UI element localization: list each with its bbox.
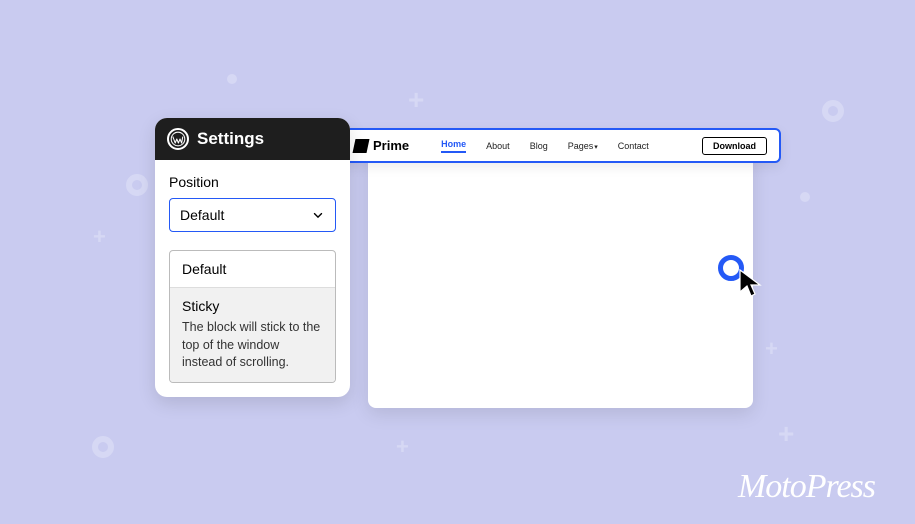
- brand: Prime: [340, 138, 423, 153]
- position-label: Position: [169, 174, 336, 190]
- settings-title: Settings: [197, 129, 264, 149]
- decor-ring: [822, 100, 844, 122]
- decor-plus: +: [765, 336, 778, 362]
- decor-dot: [800, 192, 810, 202]
- caret-down-icon: ▾: [594, 144, 598, 151]
- nav-home[interactable]: Home: [441, 139, 466, 153]
- option-sticky-label: Sticky: [182, 298, 219, 314]
- position-selected-value: Default: [180, 207, 224, 223]
- option-sticky[interactable]: Sticky The block will stick to the top o…: [170, 287, 335, 382]
- cursor-icon: [738, 268, 766, 305]
- option-default[interactable]: Default: [170, 251, 335, 287]
- nav: Home About Blog Pages▾ Contact: [441, 139, 649, 153]
- settings-header: Settings: [155, 118, 350, 160]
- decor-ring: [92, 436, 114, 458]
- decor-plus: +: [396, 434, 409, 460]
- decor-plus: +: [408, 84, 424, 116]
- option-sticky-desc: The block will stick to the top of the w…: [182, 319, 323, 372]
- nav-about[interactable]: About: [486, 141, 510, 151]
- nav-pages[interactable]: Pages▾: [568, 141, 598, 151]
- settings-panel: Settings Position Default Default Sticky…: [155, 118, 350, 397]
- motopress-logo: MotoPress: [738, 468, 875, 506]
- download-button[interactable]: Download: [702, 137, 767, 155]
- option-default-label: Default: [182, 261, 226, 277]
- decor-dot: [227, 74, 237, 84]
- preview-topbar: Prime Home About Blog Pages▾ Contact Dow…: [338, 128, 781, 163]
- decor-plus: +: [778, 418, 794, 450]
- wordpress-icon: [167, 128, 189, 150]
- nav-pages-label: Pages: [568, 141, 594, 151]
- nav-blog[interactable]: Blog: [530, 141, 548, 151]
- brand-name: Prime: [373, 138, 409, 153]
- decor-ring: [126, 174, 148, 196]
- brand-logo-icon: [353, 139, 370, 153]
- page-preview: [368, 146, 753, 408]
- chevron-down-icon: [311, 208, 325, 222]
- nav-contact[interactable]: Contact: [618, 141, 649, 151]
- position-dropdown: Default Sticky The block will stick to t…: [169, 250, 336, 383]
- decor-plus: +: [93, 224, 106, 250]
- position-select[interactable]: Default: [169, 198, 336, 232]
